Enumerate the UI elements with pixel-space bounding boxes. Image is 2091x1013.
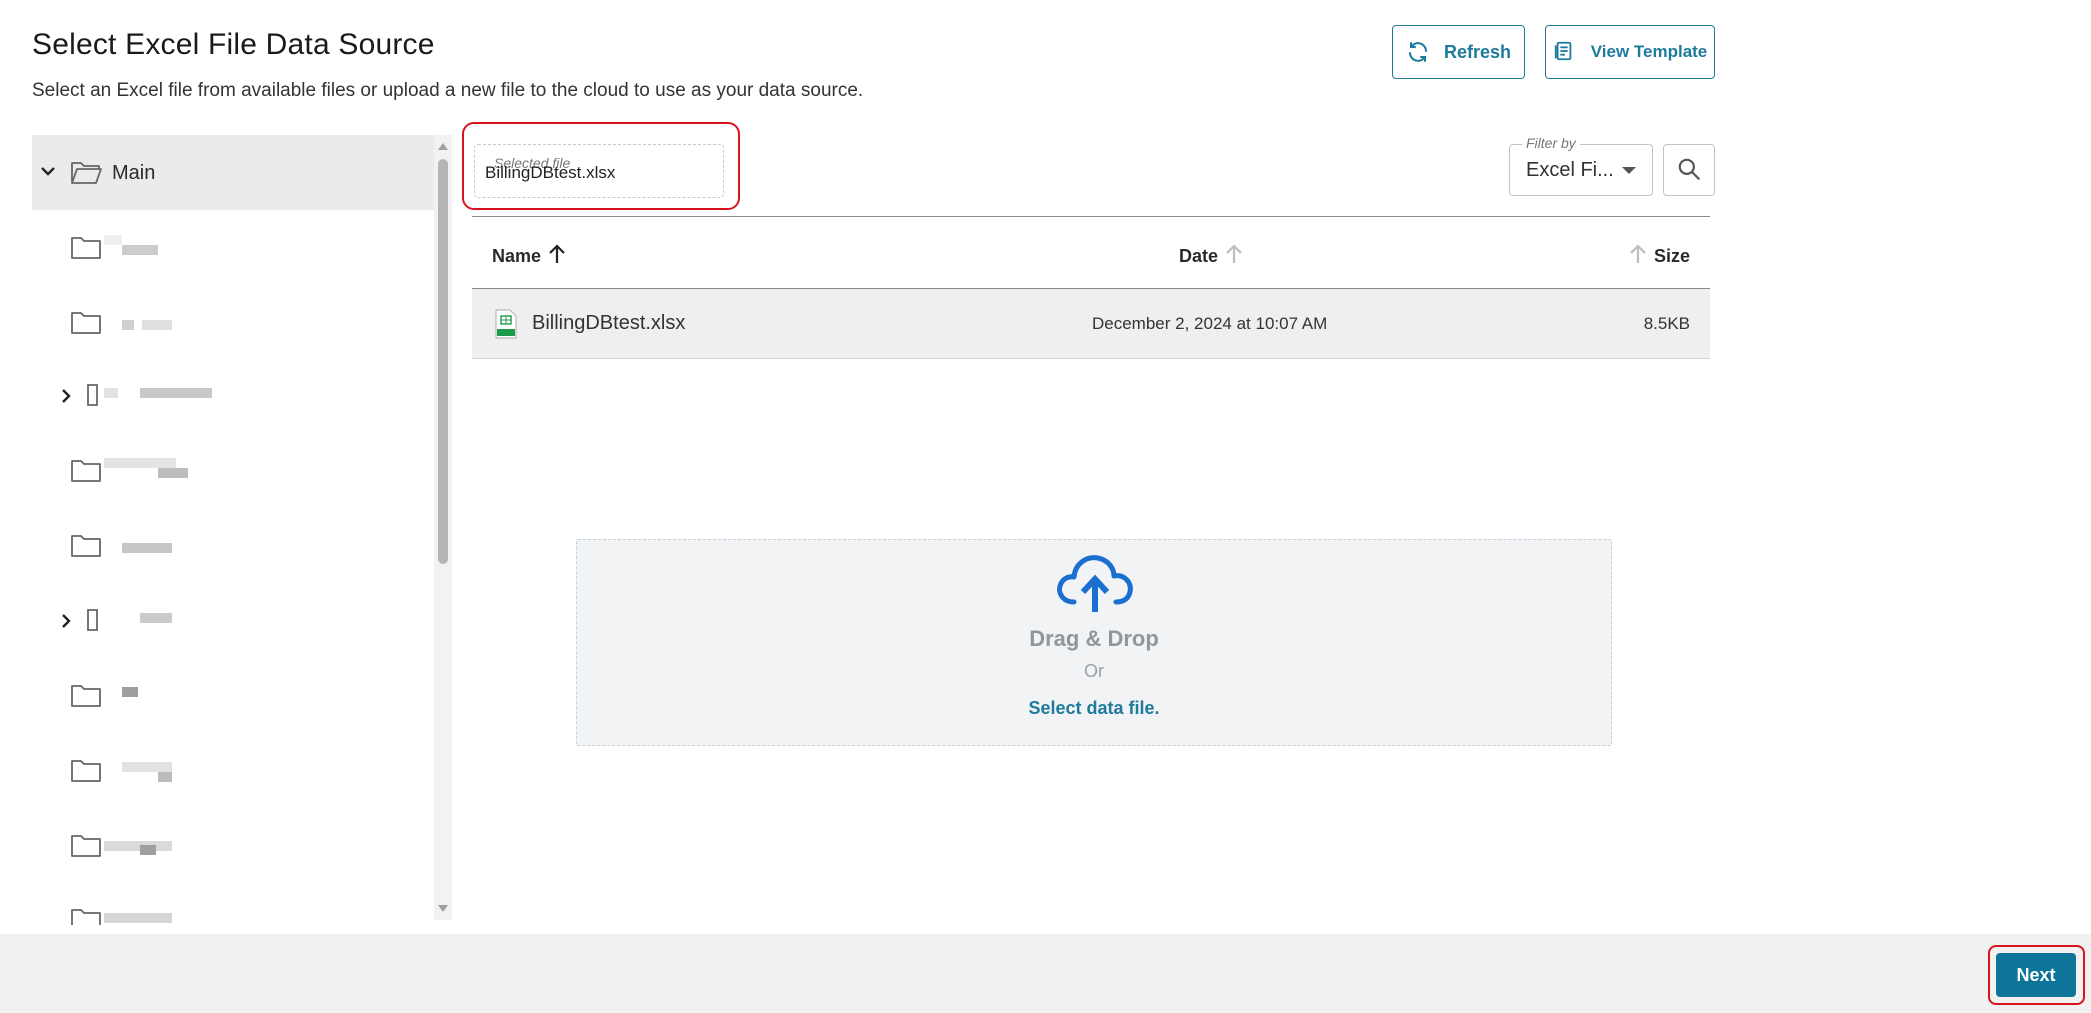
obscured-label <box>140 388 212 398</box>
page-subtitle: Select an Excel file from available file… <box>32 80 864 101</box>
table-row[interactable]: BillingDBtest.xlsx December 2, 2024 at 1… <box>472 289 1710 359</box>
caret-down-icon <box>1622 167 1636 174</box>
dropzone-or: Or <box>1084 661 1104 681</box>
filter-value: Excel Fi... <box>1526 159 1614 181</box>
obscured-label <box>140 613 172 623</box>
filter-label: Filter by <box>1522 135 1580 151</box>
tree-item[interactable] <box>32 607 434 667</box>
tree-item[interactable] <box>32 833 434 893</box>
chevron-down-icon[interactable] <box>38 161 58 186</box>
obscured-label <box>122 320 134 330</box>
file-dropzone[interactable]: Drag & Drop Or Select data file. <box>576 539 1612 746</box>
refresh-button[interactable]: Refresh <box>1392 25 1525 79</box>
file-table: Name Date Size BillingDBtest.xlsx Decemb… <box>472 216 1710 359</box>
obscured-label <box>104 458 176 468</box>
file-date: December 2, 2024 at 10:07 AM <box>1092 314 1328 333</box>
folder-tree: Main <box>32 135 452 925</box>
folder-open-icon <box>70 159 102 190</box>
tree-item[interactable] <box>32 758 434 818</box>
tree-root-label: Main <box>112 162 156 184</box>
scroll-down-arrow[interactable] <box>438 905 448 912</box>
refresh-label: Refresh <box>1443 41 1512 62</box>
obscured-label <box>104 841 172 851</box>
tree-item-main[interactable]: Main <box>32 135 434 210</box>
column-header-size[interactable]: Size <box>1628 243 1690 270</box>
column-size-label: Size <box>1653 246 1690 266</box>
tree-item[interactable] <box>32 310 434 370</box>
folder-icon <box>70 310 102 341</box>
search-button[interactable] <box>1663 144 1715 196</box>
folder-icon <box>70 458 102 489</box>
filter-select[interactable]: Filter by Excel Fi... <box>1509 135 1653 196</box>
page-title: Select Excel File Data Source <box>32 28 435 61</box>
tree-item[interactable] <box>32 907 434 925</box>
obscured-label <box>122 543 172 553</box>
scroll-up-arrow[interactable] <box>438 143 448 150</box>
dropzone-title: Drag & Drop <box>1029 626 1159 651</box>
footer-bar <box>0 934 2091 1013</box>
obscured-label <box>122 762 172 772</box>
obscured-label <box>142 320 172 330</box>
table-header: Name Date Size <box>472 216 1710 289</box>
file-size: 8.5KB <box>1643 314 1690 333</box>
folder-icon <box>70 907 102 925</box>
tree-item[interactable] <box>32 458 434 518</box>
tree-item[interactable] <box>32 533 434 593</box>
obscured-label <box>158 468 188 478</box>
obscured-label <box>104 388 118 398</box>
sort-inactive-icon <box>1628 243 1648 270</box>
folder-icon <box>86 382 106 413</box>
excel-file-icon <box>494 309 518 344</box>
view-template-button[interactable]: View Template <box>1545 25 1715 79</box>
tree-item[interactable] <box>32 382 434 442</box>
chevron-right-icon[interactable] <box>56 386 76 411</box>
selected-file-highlight: Selected file BillingDBtest.xlsx <box>462 122 740 210</box>
tree-scrollbar[interactable] <box>434 135 452 920</box>
folder-icon <box>86 607 106 638</box>
column-date-label: Date <box>1179 246 1219 266</box>
sort-asc-icon <box>547 243 567 270</box>
folder-icon <box>70 235 102 266</box>
chevron-right-icon[interactable] <box>56 611 76 636</box>
scroll-thumb[interactable] <box>438 159 448 564</box>
folder-icon <box>70 533 102 564</box>
select-data-file-link[interactable]: Select data file. <box>577 698 1611 719</box>
refresh-icon <box>1406 40 1430 64</box>
tree-item[interactable] <box>32 683 434 743</box>
column-name-label: Name <box>492 246 542 266</box>
view-template-label: View Template <box>1590 42 1708 61</box>
folder-icon <box>70 758 102 789</box>
cloud-upload-icon <box>1054 552 1136 621</box>
obscured-label <box>122 245 158 255</box>
obscured-label <box>140 845 156 855</box>
selected-file-value: BillingDBtest.xlsx <box>485 163 616 182</box>
folder-icon <box>70 833 102 864</box>
folder-icon <box>70 683 102 714</box>
next-button[interactable]: Next <box>1996 953 2076 997</box>
obscured-label <box>104 235 122 245</box>
selected-file-field[interactable]: Selected file BillingDBtest.xlsx <box>474 144 724 198</box>
column-header-date[interactable]: Date <box>1179 243 1244 270</box>
search-icon <box>1676 156 1702 185</box>
obscured-label <box>122 687 138 697</box>
tree-item[interactable] <box>32 235 434 295</box>
sort-inactive-icon <box>1224 243 1244 270</box>
column-header-name[interactable]: Name <box>492 243 567 270</box>
file-name: BillingDBtest.xlsx <box>532 312 686 334</box>
document-icon <box>1553 40 1577 64</box>
page: Select Excel File Data Source Select an … <box>0 0 2091 1013</box>
next-button-highlight: Next <box>1988 945 2085 1005</box>
obscured-label <box>104 913 172 923</box>
obscured-label <box>158 772 172 782</box>
